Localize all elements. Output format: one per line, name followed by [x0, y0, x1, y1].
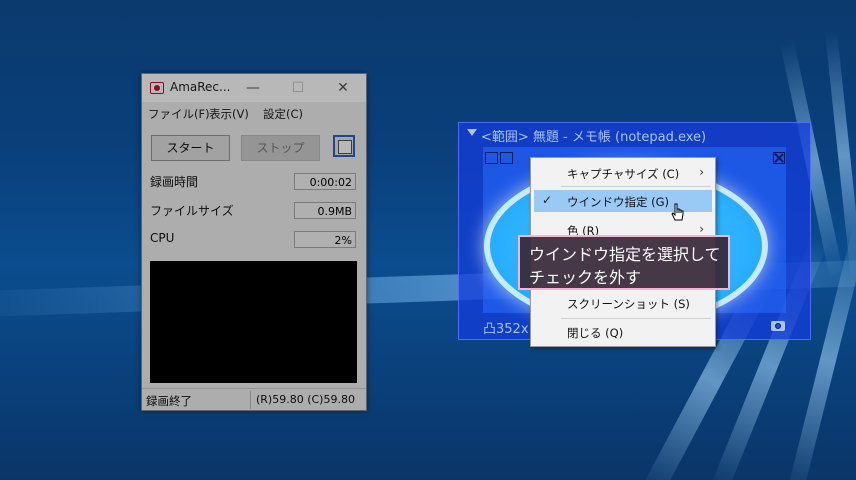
menu-item-label: 閉じる (Q): [567, 326, 624, 340]
chevron-right-icon: ›: [699, 165, 704, 179]
menu-item-label: キャプチャサイズ (C): [567, 167, 680, 181]
menu-item-label: スクリーンショット (S): [567, 297, 690, 311]
menu-item-close[interactable]: 閉じる (Q): [534, 321, 712, 343]
camera-icon[interactable]: [771, 321, 785, 331]
check-icon: ✓: [542, 193, 553, 207]
menu-item-window-select[interactable]: ✓ ウインドウ指定 (G): [534, 190, 712, 212]
capture-size: 凸352x: [483, 322, 529, 337]
callout-line-1: ウインドウ指定を選択して: [529, 245, 721, 264]
close-icon[interactable]: [773, 152, 785, 164]
menu-item-capture-size[interactable]: キャプチャサイズ (C) ›: [534, 162, 712, 184]
window-icon[interactable]: [500, 152, 513, 164]
menu-item-screenshot[interactable]: スクリーンショット (S): [534, 292, 712, 314]
window-icon[interactable]: [485, 152, 498, 164]
chevron-right-icon: ›: [699, 222, 704, 236]
menu-divider: [561, 186, 711, 187]
dropdown-arrow-icon[interactable]: [467, 129, 477, 136]
hand-cursor-icon: [671, 203, 684, 221]
annotation-callout: ウインドウ指定を選択して チェックを外す: [518, 235, 730, 290]
callout-line-2: チェックを外す: [529, 268, 642, 287]
dim-overlay: [141, 73, 367, 411]
menu-item-label: ウインドウ指定 (G): [567, 195, 670, 209]
menu-divider: [561, 318, 711, 319]
capture-title: <範囲> 無題 - メモ帳 (notepad.exe): [481, 130, 707, 145]
